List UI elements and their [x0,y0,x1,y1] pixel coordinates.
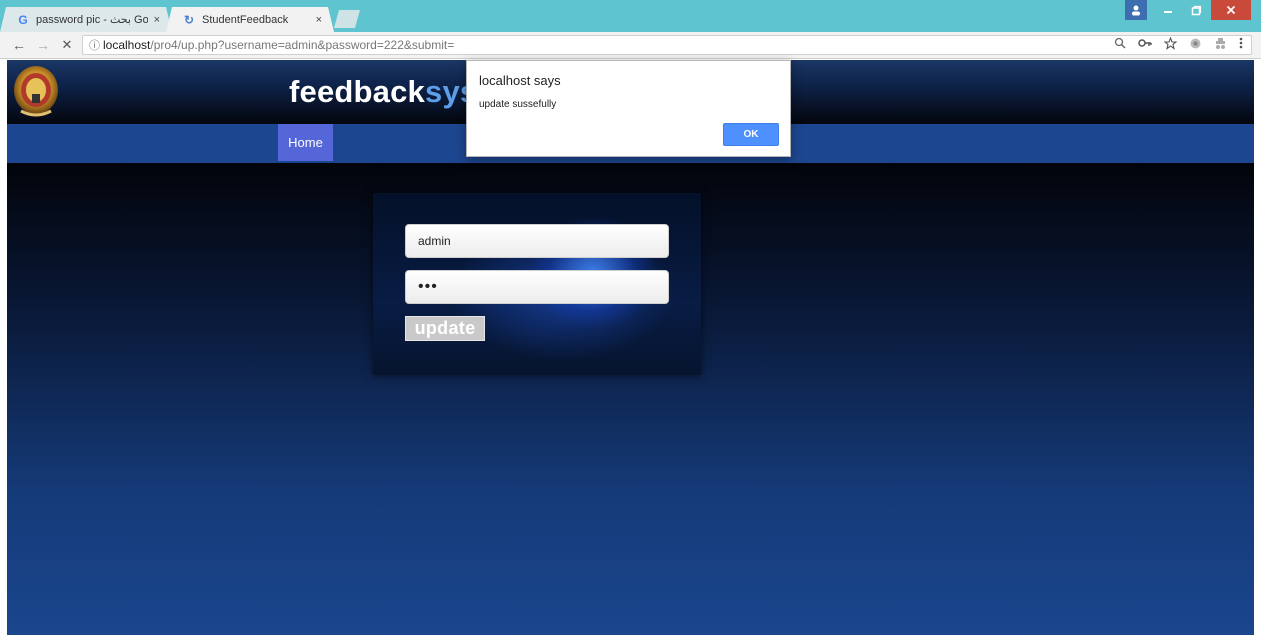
minimize-icon[interactable] [1155,0,1181,20]
tab-student-feedback[interactable]: ↻ StudentFeedback × [166,7,334,32]
dialog-message: update sussefully [479,99,557,110]
incognito-icon[interactable] [1214,37,1227,53]
tab-close-icon[interactable]: × [316,14,322,26]
close-window-icon[interactable] [1211,0,1251,20]
browser-tab-bar: G password pic - بحث Goo × ↻ StudentFeed… [0,0,1261,32]
restore-icon[interactable] [1183,0,1209,20]
site-title: feedbacksys [289,74,477,110]
tab-google-search[interactable]: G password pic - بحث Goo × [0,7,172,32]
update-button[interactable]: update [405,316,485,341]
info-icon[interactable]: ⓘ [89,37,103,53]
dialog-ok-button[interactable]: OK [723,123,779,146]
username-input[interactable] [405,224,669,258]
new-tab-button[interactable] [334,10,360,28]
tab-title: password pic - بحث Goo [36,14,148,26]
back-icon[interactable]: ← [10,36,28,54]
extension-icon[interactable] [1189,37,1202,53]
zoom-icon[interactable] [1114,37,1126,53]
profile-icon[interactable] [1125,0,1147,20]
update-form-panel: update [373,193,701,375]
forward-icon[interactable]: → [34,36,52,54]
nav-home-link[interactable]: Home [278,124,333,161]
tab-close-icon[interactable]: × [154,14,160,26]
logo-emblem-icon [7,60,64,124]
browser-toolbar: ← → ✕ ⓘ localhost/pro4/up.php?username=a… [0,32,1261,59]
menu-icon[interactable] [1239,37,1243,53]
loading-icon: ↻ [183,12,195,27]
site-title-main: feedback [289,74,425,109]
stop-icon[interactable]: ✕ [58,36,76,54]
star-icon[interactable] [1163,36,1178,53]
tab-title: StudentFeedback [202,13,289,26]
address-bar-actions [1114,36,1243,53]
dialog-title: localhost says [479,73,561,88]
window-controls [1125,0,1251,22]
url-path: /pro4/up.php?username=admin&password=222… [150,38,455,52]
password-input[interactable] [405,270,669,304]
url-host: localhost [103,38,151,52]
key-icon[interactable] [1138,37,1152,53]
address-bar[interactable]: ⓘ localhost/pro4/up.php?username=admin&p… [82,35,1252,55]
google-icon: G [18,12,28,27]
alert-dialog: localhost says update sussefully OK [466,60,791,157]
